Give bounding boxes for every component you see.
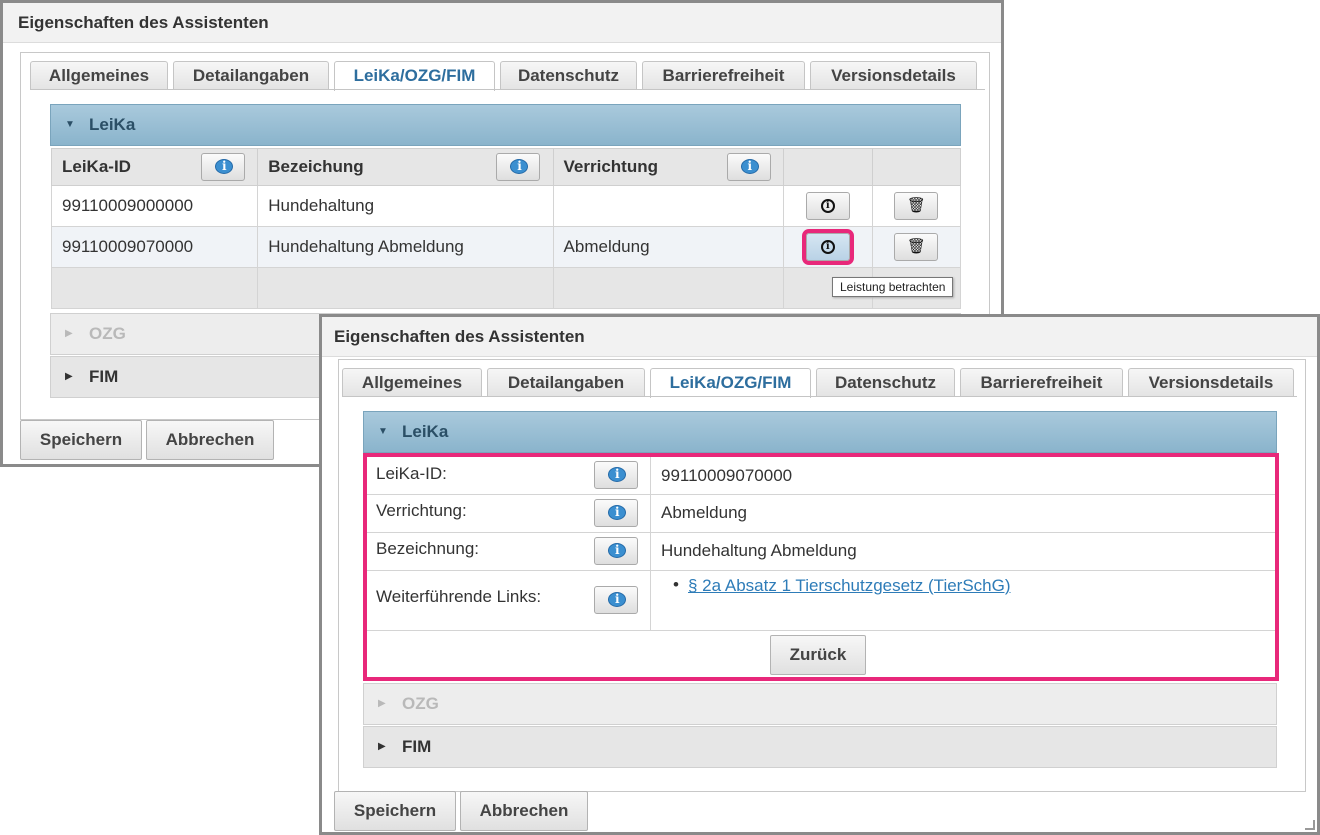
info-bubble-icon[interactable]: [201, 153, 245, 181]
leika-detail-panel: LeiKa-ID: 99110009070000 Verrichtung: Ab…: [363, 453, 1279, 681]
col-header-view: [782, 148, 873, 186]
detail-label: Verrichtung:: [376, 501, 467, 520]
cell-bezeichnung: Hundehaltung Abmeldung: [257, 226, 554, 268]
trash-icon: 🗑: [906, 197, 926, 214]
accordion-fim-label: FIM: [89, 367, 119, 386]
triangle-down-icon: ▼: [378, 426, 388, 437]
tab-detailangaben[interactable]: Detailangaben: [173, 61, 329, 89]
view-service-button[interactable]: i: [801, 229, 854, 265]
save-button[interactable]: Speichern: [20, 420, 142, 460]
tab-bar: Allgemeines Detailangaben LeiKa/OZG/FIM …: [30, 61, 977, 91]
triangle-right-icon: ▶: [65, 328, 73, 339]
accordion-ozg-label: OZG: [89, 324, 126, 343]
accordion-leika[interactable]: ▼ LeiKa: [50, 104, 961, 146]
tooltip: Leistung betrachten: [832, 277, 954, 297]
accordion-leika-label: LeiKa: [89, 115, 136, 134]
cell-view: i: [782, 226, 873, 268]
accordion-fim[interactable]: ▶ FIM: [363, 726, 1277, 768]
tab-detailangaben[interactable]: Detailangaben: [487, 368, 645, 396]
detail-value: Hundehaltung Abmeldung: [661, 541, 857, 560]
info-bubble-icon[interactable]: [496, 153, 541, 181]
dialog-title: Eigenschaften des Assistenten: [322, 317, 1317, 357]
detail-row-links: Weiterführende Links: • § 2a Absatz 1 Ti…: [367, 571, 1275, 631]
tab-datenschutz[interactable]: Datenschutz: [500, 61, 637, 89]
law-link[interactable]: § 2a Absatz 1 Tierschutzgesetz (TierSchG…: [688, 576, 1011, 596]
save-button[interactable]: Speichern: [334, 791, 456, 831]
accordion-leika[interactable]: ▼ LeiKa: [363, 411, 1277, 453]
info-bubble-icon[interactable]: [726, 153, 771, 181]
tab-allgemeines[interactable]: Allgemeines: [342, 368, 482, 396]
table-row[interactable]: 99110009070000 Hundehaltung Abmeldung Ab…: [50, 226, 962, 268]
table-row[interactable]: 99110009000000 Hundehaltung i 🗑: [50, 185, 962, 227]
properties-dialog-front: Eigenschaften des Assistenten Allgemeine…: [319, 314, 1320, 835]
info-bubble-icon[interactable]: [594, 537, 638, 565]
table-footer-row: [50, 267, 962, 309]
tab-barrierefreiheit[interactable]: Barrierefreiheit: [960, 368, 1123, 396]
tab-barrierefreiheit[interactable]: Barrierefreiheit: [642, 61, 805, 89]
col-header-label: Verrichtung: [563, 157, 658, 176]
info-bubble-icon[interactable]: [594, 499, 638, 527]
cell-leika-id: 99110009070000: [50, 226, 259, 268]
info-bubble-icon[interactable]: [594, 586, 638, 614]
cancel-button[interactable]: Abbrechen: [460, 791, 588, 831]
tab-divider: [30, 89, 985, 90]
col-header-label: LeiKa-ID: [62, 157, 131, 176]
tab-datenschutz[interactable]: Datenschutz: [816, 368, 955, 396]
detail-label: LeiKa-ID:: [376, 464, 447, 483]
detail-value: Abmeldung: [661, 503, 748, 522]
cell-leika-id: 99110009000000: [50, 185, 259, 227]
info-circle-icon: i: [820, 199, 835, 214]
col-header-leika-id: LeiKa-ID: [50, 148, 259, 186]
cell-verrichtung: Abmeldung: [552, 226, 784, 268]
dialog-title: Eigenschaften des Assistenten: [3, 3, 1001, 43]
detail-row-verrichtung: Verrichtung: Abmeldung: [367, 495, 1275, 533]
view-service-button[interactable]: i: [805, 192, 850, 220]
leika-table: LeiKa-ID Bezeichung Verrichtung 99110009…: [50, 148, 962, 309]
table-header-row: LeiKa-ID Bezeichung Verrichtung: [50, 148, 962, 186]
col-header-delete: [871, 148, 962, 186]
triangle-right-icon: ▶: [378, 741, 386, 752]
triangle-right-icon: ▶: [378, 698, 386, 709]
tab-versionsdetails[interactable]: Versionsdetails: [810, 61, 977, 89]
cancel-button[interactable]: Abbrechen: [146, 420, 274, 460]
col-header-label: Bezeichung: [268, 157, 364, 176]
triangle-down-icon: ▼: [65, 119, 75, 130]
accordion-leika-label: LeiKa: [402, 422, 449, 441]
col-header-bezeichnung: Bezeichung: [257, 148, 554, 186]
info-bubble-icon[interactable]: [594, 461, 638, 489]
accordion-ozg: ▶ OZG: [363, 683, 1277, 725]
delete-button[interactable]: 🗑: [894, 192, 939, 220]
trash-icon: 🗑: [906, 238, 926, 255]
tab-versionsdetails[interactable]: Versionsdetails: [1128, 368, 1294, 396]
info-circle-icon: i: [820, 240, 835, 255]
cell-verrichtung: [552, 185, 784, 227]
tab-bar: Allgemeines Detailangaben LeiKa/OZG/FIM …: [342, 368, 1294, 398]
cell-delete: 🗑: [871, 226, 962, 268]
tab-leika-ozg-fim[interactable]: LeiKa/OZG/FIM: [334, 61, 495, 91]
detail-label: Bezeichnung:: [376, 539, 480, 558]
tab-leika-ozg-fim[interactable]: LeiKa/OZG/FIM: [650, 368, 811, 398]
detail-row-bezeichnung: Bezeichnung: Hundehaltung Abmeldung: [367, 533, 1275, 571]
cell-delete: 🗑: [871, 185, 962, 227]
back-button[interactable]: Zurück: [770, 635, 866, 675]
col-header-verrichtung: Verrichtung: [552, 148, 784, 186]
delete-button[interactable]: 🗑: [894, 233, 939, 261]
cell-bezeichnung: Hundehaltung: [257, 185, 554, 227]
accordion-fim-label: FIM: [402, 737, 432, 756]
detail-value: 99110009070000: [661, 466, 793, 485]
accordion-ozg-label: OZG: [402, 694, 439, 713]
tab-allgemeines[interactable]: Allgemeines: [30, 61, 168, 89]
bullet: •: [673, 575, 679, 594]
detail-row-leika-id: LeiKa-ID: 99110009070000: [367, 457, 1275, 495]
tab-divider: [342, 396, 1297, 397]
detail-label: Weiterführende Links:: [376, 587, 542, 606]
cell-view: i: [782, 185, 873, 227]
resize-handle[interactable]: [1305, 820, 1315, 830]
triangle-right-icon: ▶: [65, 371, 73, 382]
